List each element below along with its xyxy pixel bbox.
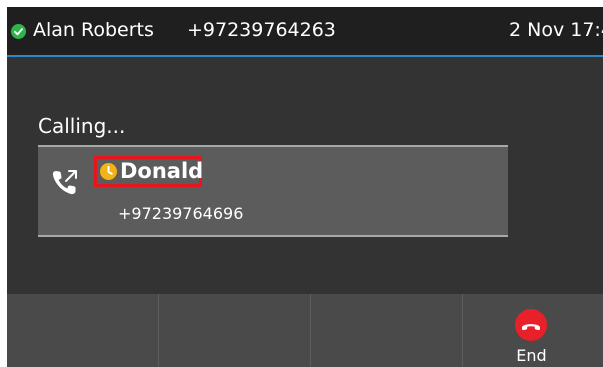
phone-screen: Alan Roberts +97239764263 2 Nov 17:41 Ca… [7,7,603,367]
softkey-bar: End [7,294,603,367]
line-user-number: +97239764263 [187,19,336,41]
check-circle-icon [11,24,26,39]
end-call-button[interactable]: End [463,294,603,367]
contact-number: +97239764696 [118,204,244,223]
softkey-3[interactable] [311,294,462,367]
end-call-label: End [516,346,547,365]
clock-icon [100,163,117,180]
active-call-card[interactable]: Donald +97239764696 [38,145,508,237]
status-bar: Alan Roberts +97239764263 2 Nov 17:41 [7,7,603,57]
line-user-name: Alan Roberts [33,19,154,41]
contact-name: Donald [120,159,204,183]
outgoing-call-icon [52,170,77,195]
end-call-icon [515,309,547,341]
softkey-2[interactable] [159,294,310,367]
softkey-1[interactable] [7,294,158,367]
call-state-label: Calling... [38,114,126,138]
date-time: 2 Nov 17:41 [509,19,603,41]
